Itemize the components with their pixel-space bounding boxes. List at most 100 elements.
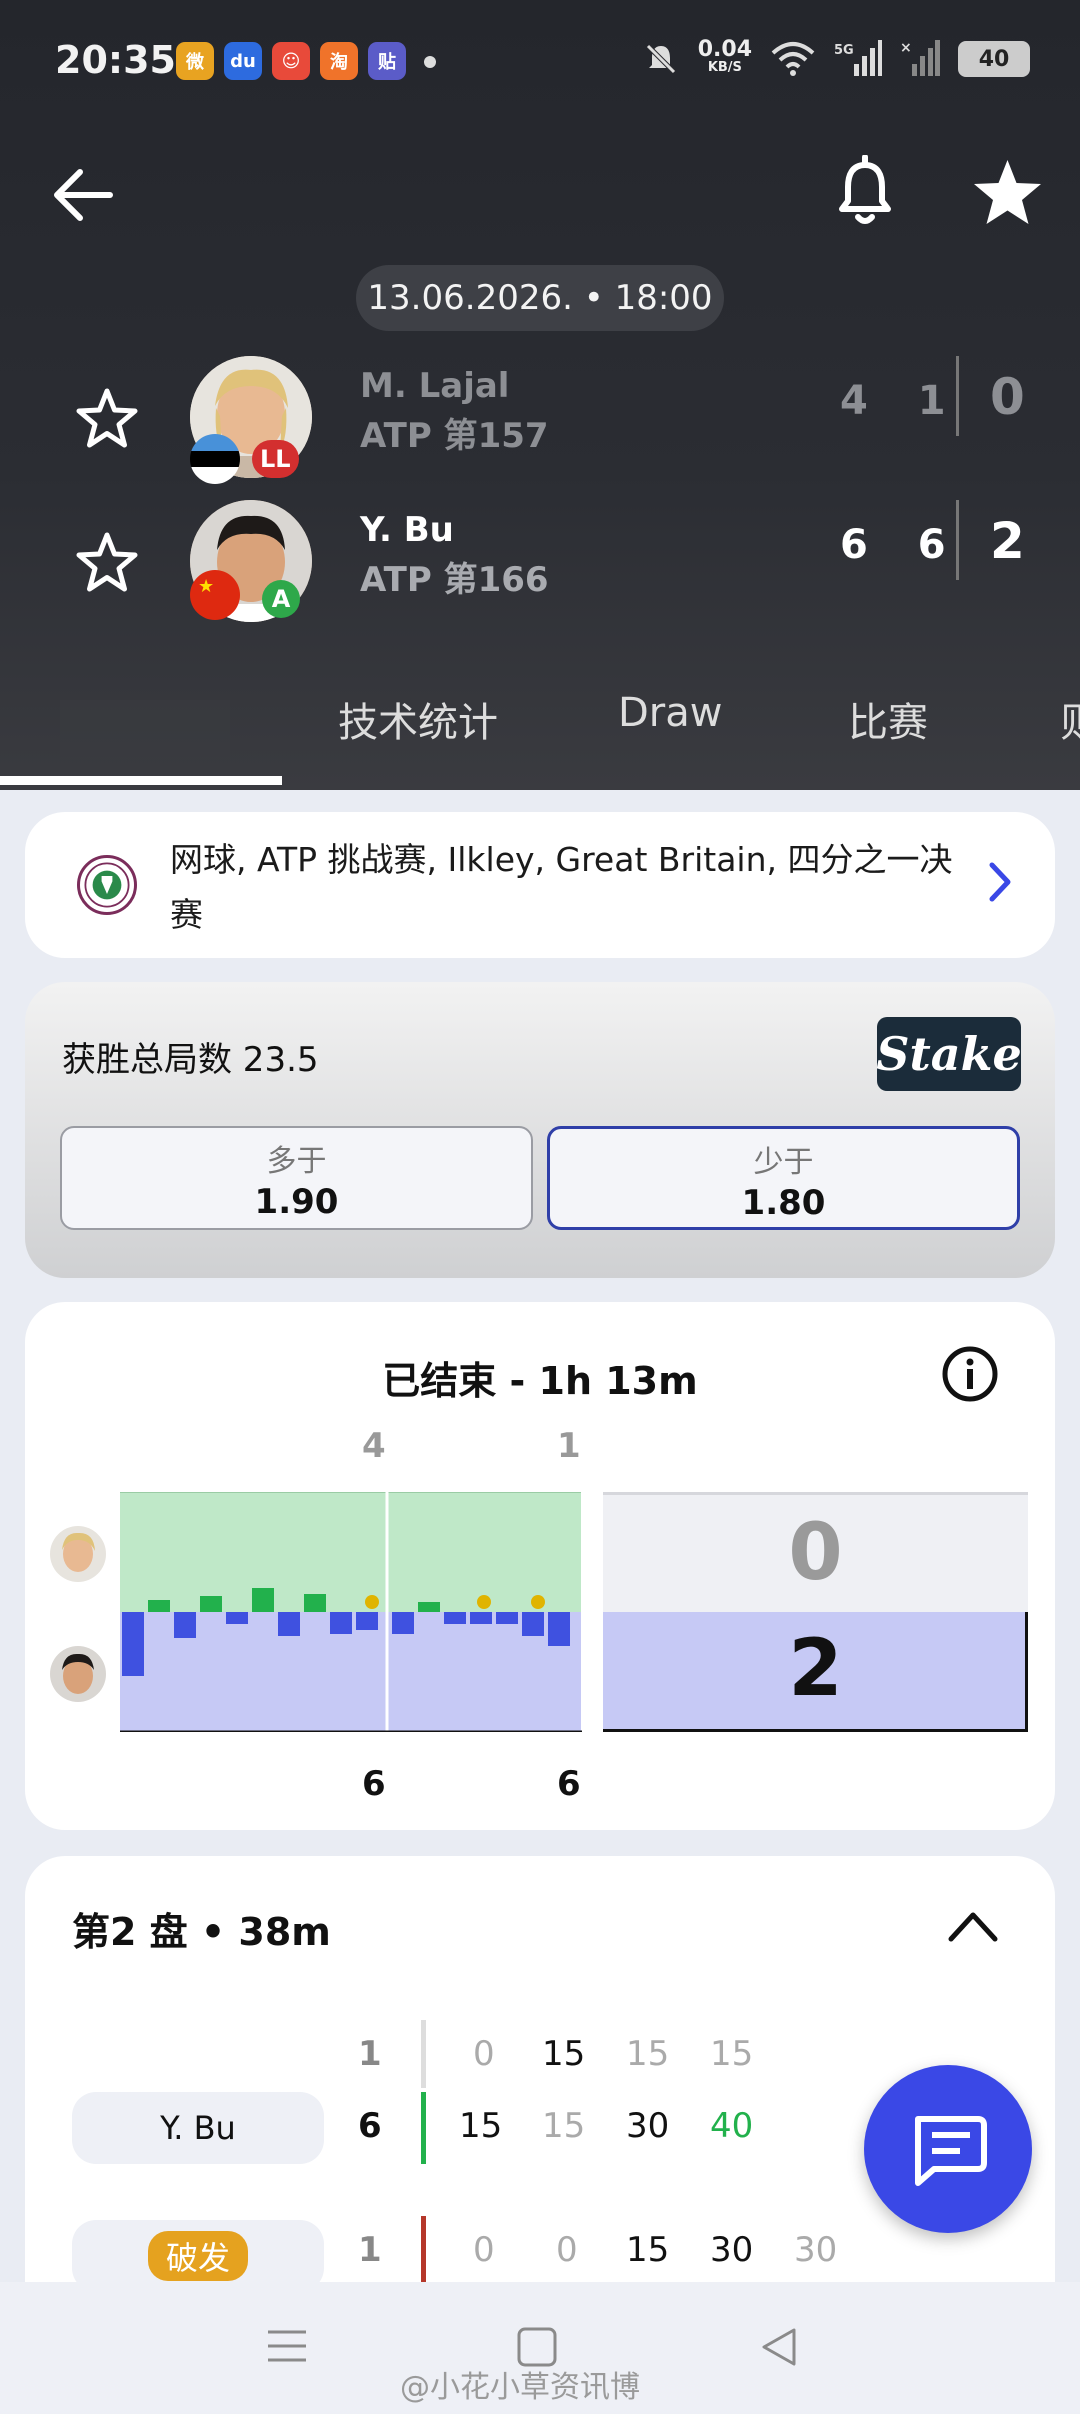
tournament-name: 网球, ATP 挑战赛, Ilkley, Great Britain, 四分之一… — [170, 840, 953, 934]
set1-top-score: 4 — [362, 1426, 386, 1466]
menu-nav-icon[interactable] — [264, 2324, 310, 2370]
games-value: 6 — [358, 2106, 382, 2146]
follow-star-icon[interactable] — [75, 386, 139, 450]
tab-bar: 技术统计 Draw 比赛 则 — [0, 680, 1080, 785]
under-odds-button[interactable]: 少于 1.80 — [547, 1126, 1020, 1230]
momentum-bar — [392, 1612, 414, 1634]
point-value: 30 — [794, 2230, 838, 2270]
player-rank: ATP 第157 — [360, 416, 549, 456]
match-status-title: 已结束 - 1h 13m — [382, 1359, 698, 1403]
match-date: 13.06.2026. • 18:00 — [356, 265, 724, 331]
set2-bottom-score: 6 — [557, 1764, 581, 1804]
point-top: 15 — [710, 2034, 754, 2074]
more-notifications-dot — [424, 56, 436, 68]
taobao-app-icon: 淘 — [320, 42, 358, 80]
network-speed: 0.04 KB/S — [698, 39, 752, 77]
svg-text:×: × — [900, 40, 912, 56]
point-value: 0 — [556, 2230, 578, 2270]
momentum-bar — [122, 1612, 144, 1676]
player-tag-badge: LL — [252, 440, 299, 478]
match-header: 20:35 微 du ☺ 淘 贴 0.04 KB/S 5G × 40 13.06… — [0, 0, 1080, 790]
player-name: M. Lajal — [360, 366, 510, 406]
over-label: 多于 — [266, 1144, 327, 1179]
player-tag-badge: A — [262, 580, 300, 618]
follow-star-icon[interactable] — [75, 530, 139, 594]
momentum-bar — [252, 1588, 274, 1612]
tieba-app-icon: 贴 — [368, 42, 406, 80]
score-divider — [956, 356, 959, 436]
tab-matches[interactable]: 比赛 — [848, 690, 928, 748]
chat-fab-button[interactable] — [864, 2065, 1032, 2233]
tab-draw[interactable]: Draw — [618, 690, 722, 736]
point-value: 30 — [626, 2106, 670, 2146]
player-games: 4 1 — [840, 378, 964, 424]
over-odds-button[interactable]: 多于 1.90 — [60, 1126, 533, 1230]
player-sets: 0 — [990, 368, 1025, 426]
tab-stats[interactable]: 技术统计 — [338, 690, 498, 748]
flag-estonia-icon — [190, 434, 240, 484]
player1-mini-avatar — [50, 1526, 106, 1582]
player-rank: ATP 第166 — [360, 560, 549, 600]
bet-market-title: 获胜总局数 23.5 — [62, 1040, 319, 1080]
chevron-right-icon[interactable] — [975, 857, 1025, 907]
set1-bottom-score: 6 — [362, 1764, 386, 1804]
signal-2-icon: × — [900, 40, 940, 76]
tournament-card[interactable]: 网球, ATP 挑战赛, Ilkley, Great Britain, 四分之一… — [25, 812, 1055, 958]
break-ball-marker — [477, 1595, 491, 1609]
battery-indicator: 40 — [958, 41, 1030, 77]
player-sets: 2 — [990, 512, 1025, 570]
flag-china-icon: ★ — [190, 570, 240, 620]
point-value: 40 — [710, 2106, 754, 2146]
player-row-bu[interactable]: ★ A Y. Bu ATP 第166 6 6 2 — [0, 500, 1080, 640]
match-summary-card: 已结束 - 1h 13m 4 1 6 6 0 2 — [25, 1302, 1055, 1830]
momentum-bar — [278, 1612, 300, 1636]
player-name: Y. Bu — [360, 510, 454, 550]
chevron-up-icon[interactable] — [943, 1901, 1003, 1951]
point-value: 0 — [473, 2230, 495, 2270]
momentum-bar — [522, 1612, 544, 1636]
player-row-lajal[interactable]: LL M. Lajal ATP 第157 4 1 0 — [0, 356, 1080, 496]
point-value: 15 — [542, 2106, 586, 2146]
games-value: 1 — [358, 2230, 382, 2270]
favorite-star-icon[interactable] — [970, 155, 1045, 230]
momentum-bar — [200, 1596, 222, 1612]
player-games: 6 6 — [840, 522, 964, 568]
momentum-bar — [444, 1612, 466, 1624]
status-right: 0.04 KB/S 5G × 40 — [642, 39, 1030, 78]
status-time: 20:35 — [55, 38, 176, 82]
stake-logo[interactable]: Stake — [876, 1017, 1022, 1091]
tab-summary-faded[interactable] — [60, 700, 230, 760]
svg-text:★: ★ — [198, 576, 214, 597]
status-bar: 20:35 微 du ☺ 淘 贴 0.04 KB/S 5G × 40 — [0, 0, 1080, 120]
chat-icon — [915, 2116, 987, 2186]
info-icon[interactable] — [940, 1344, 1000, 1404]
momentum-bar — [470, 1612, 492, 1624]
momentum-bar — [418, 1602, 440, 1612]
row-divider — [421, 2020, 426, 2088]
wifi-icon — [771, 42, 815, 76]
break-ball-marker — [531, 1595, 545, 1609]
server-label: Y. Bu — [72, 2092, 324, 2164]
signal-5g-icon: 5G — [834, 40, 882, 76]
cartoon-app-icon: ☺ — [272, 42, 310, 80]
mute-icon — [645, 44, 676, 74]
bell-icon[interactable] — [830, 155, 900, 230]
under-value: 1.80 — [741, 1183, 826, 1223]
break-bar — [421, 2216, 426, 2286]
back-arrow-icon[interactable] — [50, 160, 120, 230]
momentum-bar — [304, 1594, 326, 1612]
momentum-bar — [226, 1612, 248, 1624]
set2-title: 第2 盘 • 38m — [72, 1910, 331, 1954]
momentum-bar — [148, 1600, 170, 1612]
sets-won-top: 0 — [788, 1508, 843, 1598]
back-nav-icon[interactable] — [756, 2324, 802, 2370]
point-value: 30 — [710, 2230, 754, 2270]
watermark-text: @小花小草资讯博 — [400, 2370, 640, 2405]
point-value: 15 — [626, 2230, 670, 2270]
hold-bar — [421, 2092, 426, 2164]
tournament-logo-icon — [77, 855, 137, 915]
point-top: 15 — [542, 2034, 586, 2074]
tab-more[interactable]: 则 — [1060, 690, 1080, 748]
set2-top-score: 1 — [557, 1426, 581, 1466]
momentum-bar — [356, 1612, 378, 1630]
